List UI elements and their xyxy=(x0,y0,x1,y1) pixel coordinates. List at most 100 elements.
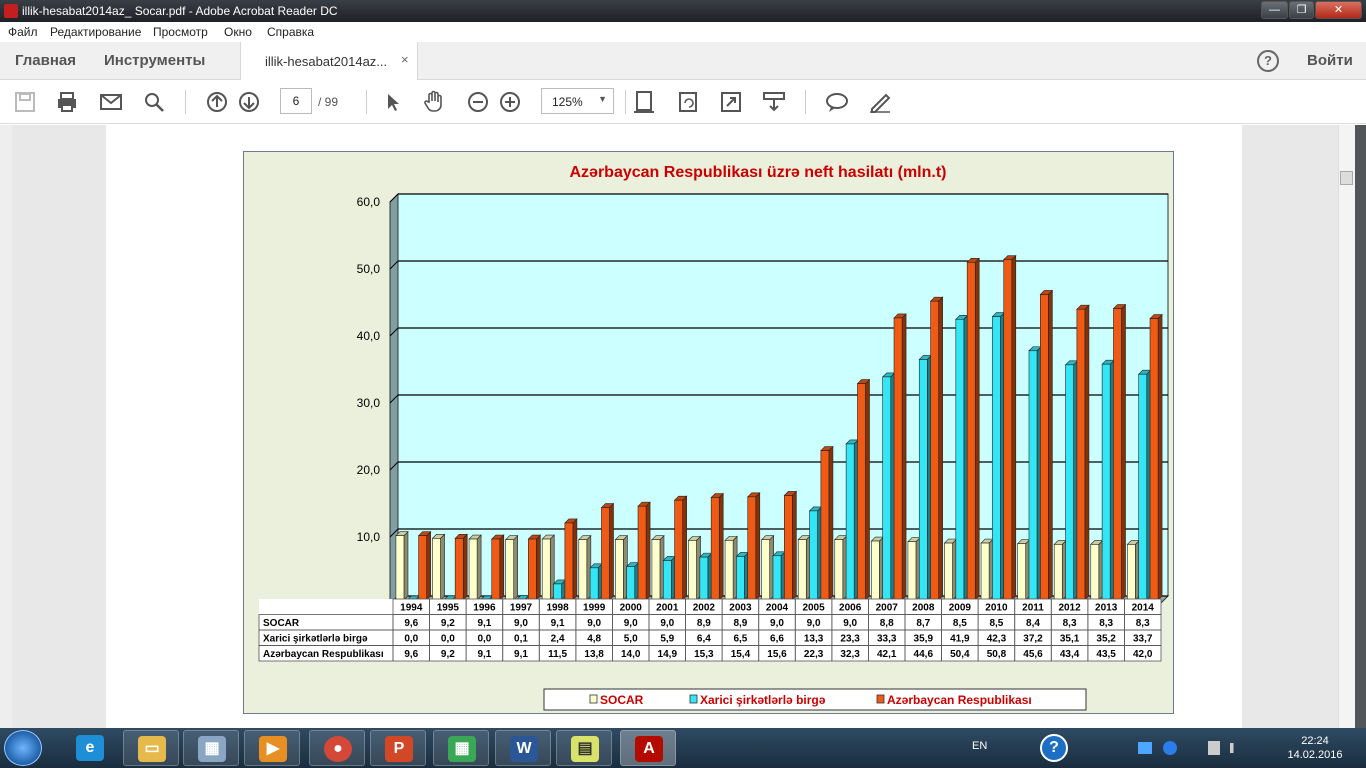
info-icon[interactable] xyxy=(1163,741,1177,755)
page-up-icon[interactable] xyxy=(205,90,229,114)
tab-tools[interactable]: Инструменты xyxy=(104,52,205,69)
snowflake-icon[interactable] xyxy=(1138,742,1152,754)
legend-label: Xarici şirkətlərlə birgə xyxy=(700,693,826,707)
bar-side xyxy=(718,492,724,601)
zoom-dropdown[interactable]: 125% ▼ xyxy=(541,88,614,114)
help-tray-icon[interactable]: ? xyxy=(1040,734,1068,762)
data-label: 37,2 xyxy=(1023,634,1043,645)
bar-front xyxy=(505,539,514,601)
zoom-out-icon[interactable] xyxy=(466,90,490,114)
zoom-in-icon[interactable] xyxy=(498,90,522,114)
data-label: 9,0 xyxy=(587,618,601,629)
taskbar-app-word[interactable]: W xyxy=(495,730,551,766)
volume-icon[interactable] xyxy=(1208,741,1220,755)
x-tick-label: 2001 xyxy=(656,603,679,614)
bar-side xyxy=(513,534,518,601)
signin-button[interactable]: Войти xyxy=(1307,52,1353,69)
taskbar-app-grid[interactable]: ▦ xyxy=(433,730,489,766)
data-label: 42,3 xyxy=(987,634,1007,645)
menu-file[interactable]: Файл xyxy=(8,25,38,39)
page-down-icon[interactable] xyxy=(237,90,261,114)
fullscreen-icon[interactable] xyxy=(719,90,743,114)
menu-view[interactable]: Просмотр xyxy=(153,25,208,39)
data-label: 9,0 xyxy=(770,618,784,629)
bar xyxy=(834,534,848,601)
data-label: 8,4 xyxy=(1026,618,1040,629)
select-icon[interactable] xyxy=(380,90,404,114)
data-label: 8,9 xyxy=(733,618,747,629)
bar xyxy=(589,563,603,601)
bar xyxy=(699,552,713,601)
x-tick-label: 2005 xyxy=(802,603,825,614)
bar-front xyxy=(845,443,855,601)
bar-front xyxy=(699,556,709,601)
tab-document[interactable]: illik-hesabat2014az... × xyxy=(240,42,418,80)
bar xyxy=(491,534,505,601)
bar xyxy=(783,490,798,601)
bar-front xyxy=(944,542,953,601)
toolbar-divider xyxy=(366,90,367,114)
taskbar-app-chrome[interactable]: ● xyxy=(309,730,365,766)
taskbar-app-explorer[interactable]: ▭ xyxy=(123,730,179,766)
left-pane-collapsed[interactable] xyxy=(0,125,12,728)
bar-side xyxy=(403,530,409,601)
taskbar-app-mediaplayer[interactable]: ▶ xyxy=(244,730,300,766)
menu-help[interactable]: Справка xyxy=(267,25,314,39)
clock[interactable]: 22:24 14.02.2016 xyxy=(1285,734,1345,762)
minimize-button[interactable]: — xyxy=(1261,1,1288,19)
taskbar-app-stickynotes[interactable]: ▤ xyxy=(556,730,612,766)
data-label: 9,2 xyxy=(441,649,455,660)
rotate-icon[interactable] xyxy=(676,90,700,114)
bar-front xyxy=(564,522,574,601)
menu-window[interactable]: Окно xyxy=(224,25,252,39)
menu-edit[interactable]: Редактирование xyxy=(50,25,141,39)
page-number-input[interactable]: 6 xyxy=(280,88,312,114)
x-tick-label: 1994 xyxy=(400,603,423,614)
legend-label: SOCAR xyxy=(600,693,644,707)
bar-side xyxy=(974,257,980,601)
bar-front xyxy=(662,560,672,601)
help-icon[interactable]: ? xyxy=(1257,50,1279,72)
x-tick-label: 2014 xyxy=(1132,603,1155,614)
data-label: 8,9 xyxy=(697,618,711,629)
taskbar-app-powerpoint[interactable]: P xyxy=(370,730,426,766)
save-icon[interactable] xyxy=(13,90,37,114)
x-tick-label: 2002 xyxy=(693,603,716,614)
clock-time: 22:24 xyxy=(1301,735,1329,747)
toolbar-divider xyxy=(185,90,186,114)
fit-page-icon[interactable] xyxy=(632,90,656,114)
bar-front xyxy=(1017,543,1026,601)
comment-icon[interactable] xyxy=(825,90,849,114)
vertical-scrollbar[interactable] xyxy=(1338,125,1355,728)
sign-icon[interactable] xyxy=(868,90,892,114)
data-label: 13,3 xyxy=(804,634,824,645)
start-button[interactable] xyxy=(4,730,42,766)
taskbar-app-ie[interactable]: e xyxy=(62,730,118,766)
tab-home[interactable]: Главная xyxy=(15,52,76,69)
bar-front xyxy=(626,566,636,601)
table-row-label: Azərbaycan Respublikası xyxy=(263,649,384,660)
scroll-mode-icon[interactable] xyxy=(762,90,786,114)
email-icon[interactable] xyxy=(99,90,123,114)
bar-front xyxy=(784,495,793,601)
close-tab-icon[interactable]: × xyxy=(401,52,409,67)
network-icon[interactable] xyxy=(1230,743,1244,753)
bar-side xyxy=(426,530,431,601)
close-window-button[interactable]: ✕ xyxy=(1315,1,1362,19)
tab-bar: Главная Инструменты illik-hesabat2014az.… xyxy=(0,42,1366,80)
print-icon[interactable] xyxy=(55,90,79,114)
scrollbar-thumb[interactable] xyxy=(1340,171,1353,185)
search-icon[interactable] xyxy=(142,90,166,114)
language-indicator[interactable]: EN xyxy=(972,740,987,752)
maximize-button[interactable]: ❐ xyxy=(1289,1,1314,19)
bar-front xyxy=(1138,373,1148,601)
taskbar-app-calculator[interactable]: ▦ xyxy=(183,730,239,766)
bar xyxy=(1076,304,1090,601)
bar-front xyxy=(432,538,441,601)
data-label: 13,8 xyxy=(584,649,604,660)
taskbar-app-acrobat[interactable]: A xyxy=(620,730,676,766)
hand-icon[interactable] xyxy=(422,90,446,114)
data-label: 0,0 xyxy=(477,634,491,645)
bar xyxy=(870,536,885,601)
bar-front xyxy=(454,538,464,601)
